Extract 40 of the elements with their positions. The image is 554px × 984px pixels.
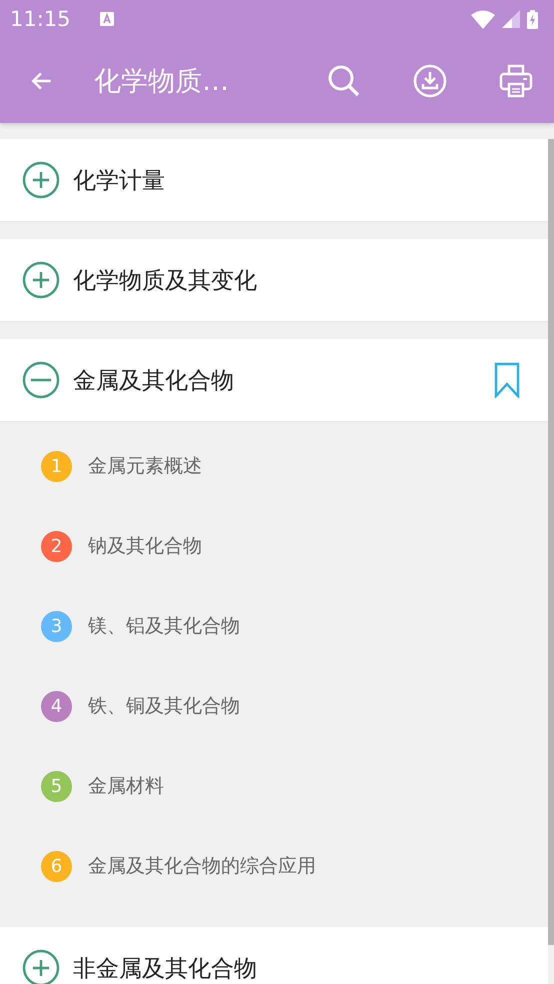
section-title: 金属及其化合物的综合应用 [88,854,316,879]
section-item[interactable]: 3 镁、铝及其化合物 [0,586,548,666]
number-badge: 2 [41,530,72,562]
battery-icon [527,10,538,28]
number-badge: 1 [41,450,72,482]
number-badge: 5 [41,770,72,802]
section-item[interactable]: 1 金属元素概述 [0,426,548,506]
expand-icon [22,261,60,299]
bookmark-icon[interactable] [494,362,520,398]
search-icon [327,64,361,98]
chapter-title: 非金属及其化合物 [73,954,258,984]
section-item[interactable]: 2 钠及其化合物 [0,506,548,586]
chapter-row[interactable]: 化学计量 [0,139,548,222]
section-title: 钠及其化合物 [88,534,202,559]
chapter-row[interactable]: 金属及其化合物 [0,339,548,422]
chapter-title: 化学物质及其变化 [73,266,258,296]
status-time: 11:15 [10,7,71,31]
number-badge: 3 [41,610,72,642]
toolbar-title: 化学物质… [94,64,230,98]
chapter-row[interactable]: 非金属及其化合物 [0,927,548,984]
section-title: 金属材料 [88,774,164,799]
section-item[interactable]: 6 金属及其化合物的综合应用 [0,826,548,906]
chapter-title: 金属及其化合物 [73,366,235,396]
expand-icon [22,161,60,199]
expand-icon [22,949,60,984]
section-title: 金属元素概述 [88,454,202,479]
download-icon [413,64,447,98]
section-title: 铁、铜及其化合物 [88,694,240,719]
section-title: 镁、铝及其化合物 [88,614,240,639]
section-item[interactable]: 5 金属材料 [0,746,548,826]
number-badge: 6 [41,850,72,882]
chapter-row[interactable]: 化学物质及其变化 [0,239,548,322]
wifi-icon [471,10,495,28]
notification-icon [100,12,114,26]
section-item[interactable]: 4 铁、铜及其化合物 [0,666,548,746]
collapse-icon [22,361,60,399]
signal-icon [502,10,520,28]
chapter-title: 化学计量 [73,166,166,196]
printer-icon [499,64,533,98]
number-badge: 4 [41,690,72,722]
